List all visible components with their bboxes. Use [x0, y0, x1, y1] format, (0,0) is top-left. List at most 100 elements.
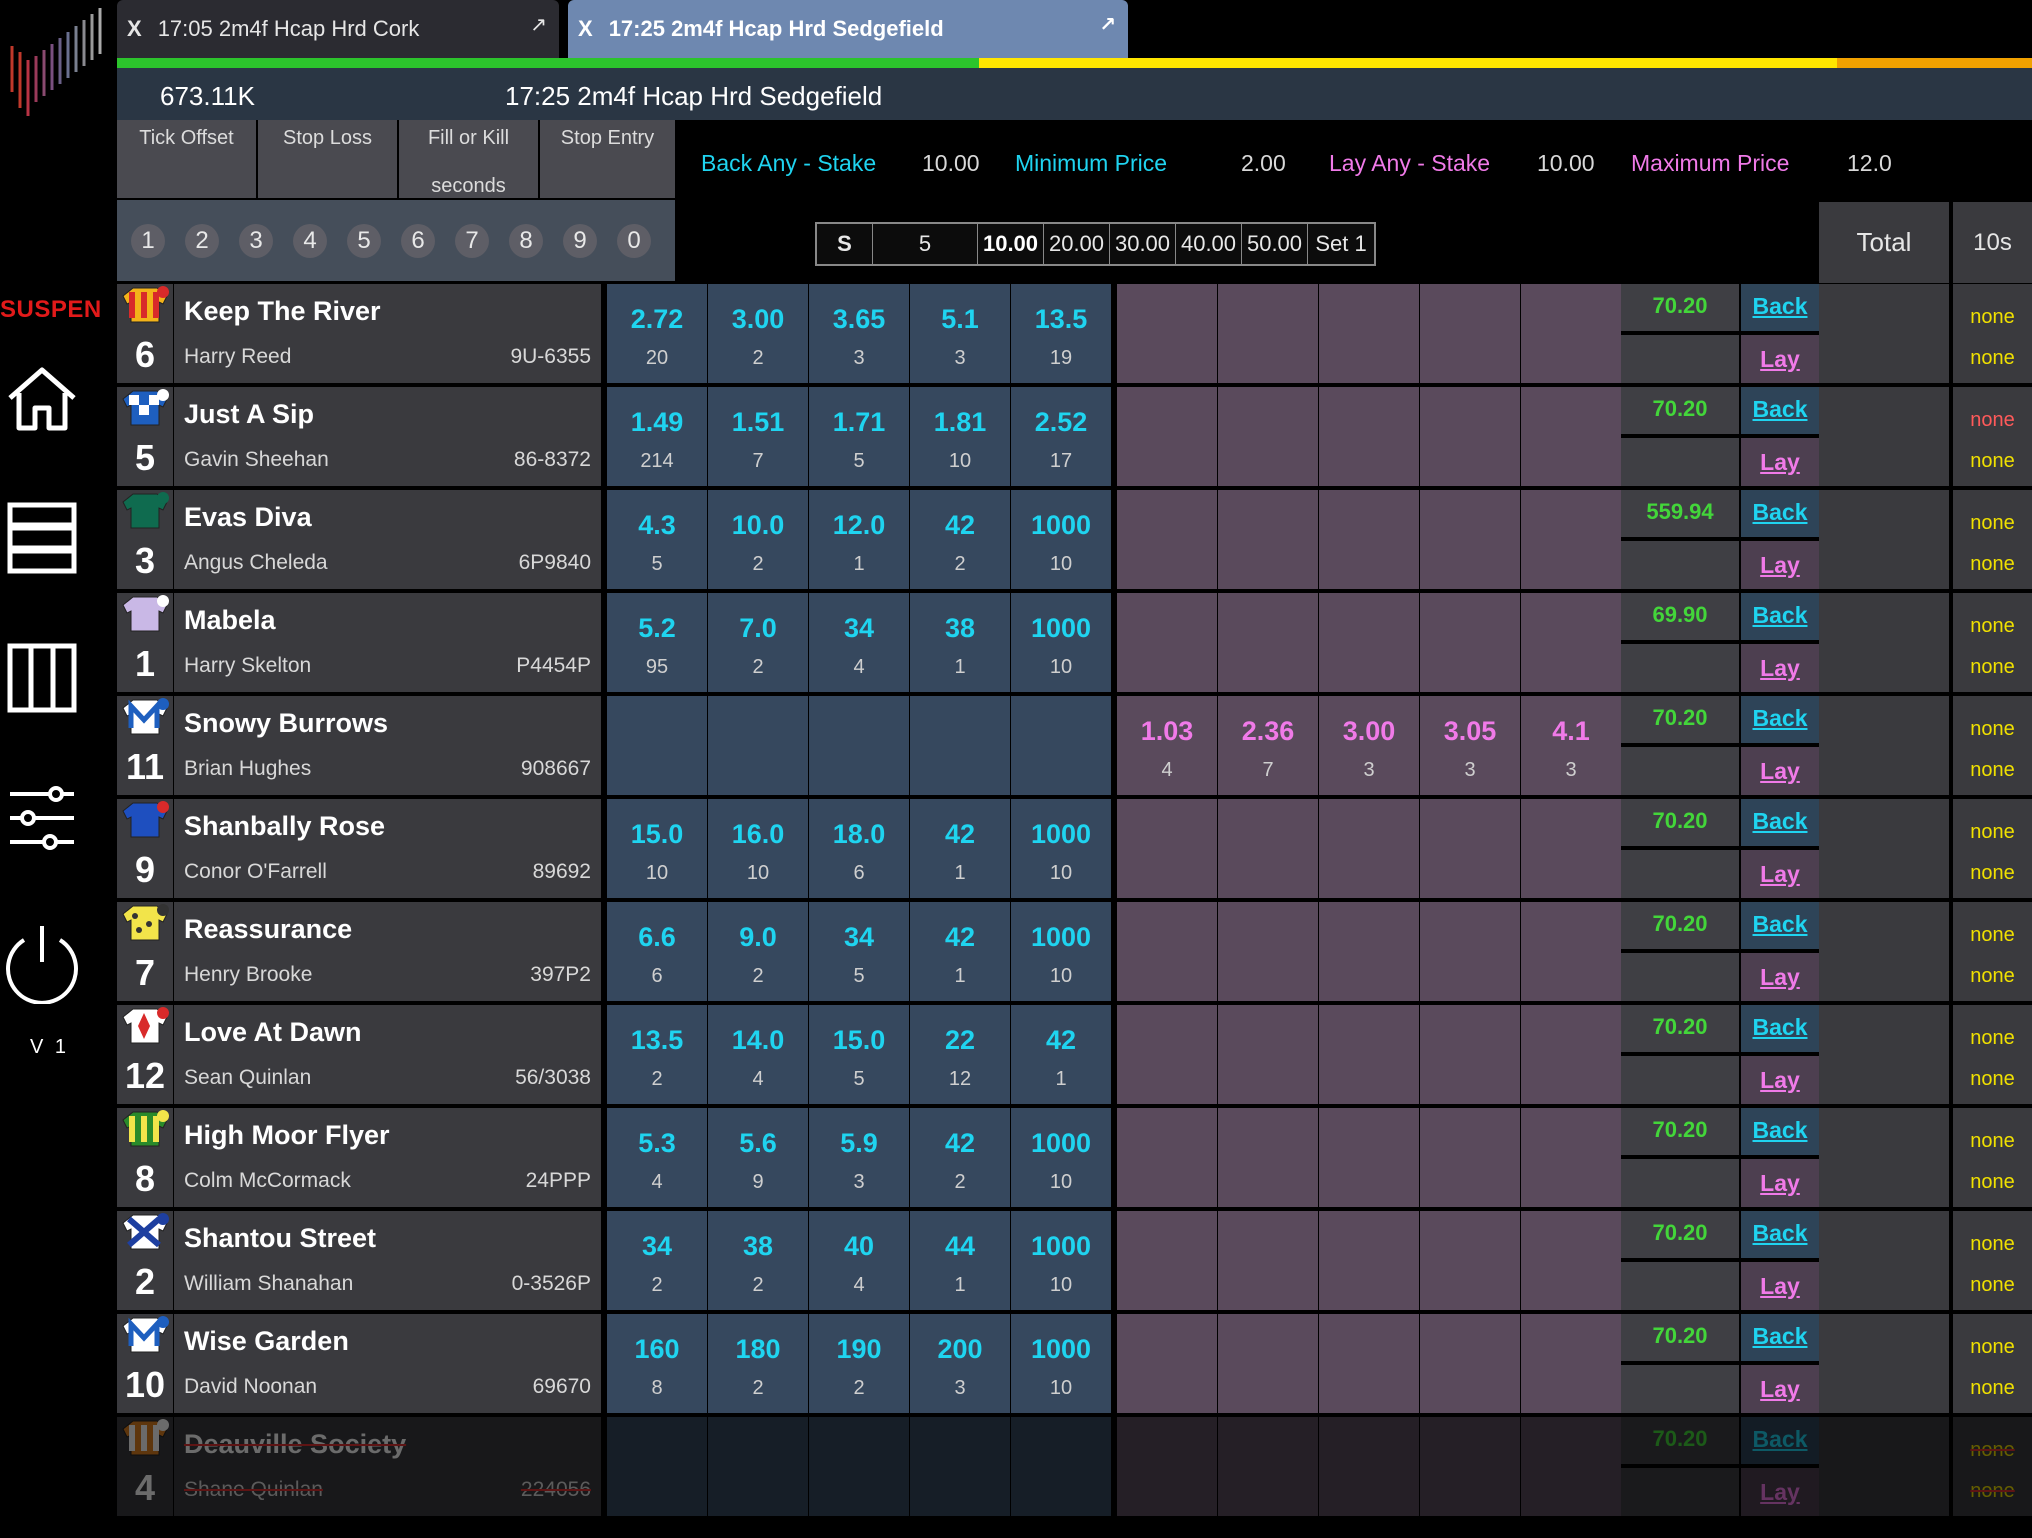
- lay-price-cell[interactable]: [1117, 284, 1217, 383]
- lay-price-cell[interactable]: [1420, 593, 1520, 692]
- lay-button[interactable]: Lay: [1741, 1468, 1819, 1516]
- lay-price-cell[interactable]: [1319, 1314, 1419, 1413]
- lay-price-cell[interactable]: 3.00 3: [1319, 696, 1419, 795]
- lay-button[interactable]: Lay: [1741, 747, 1819, 795]
- lay-price-cell[interactable]: [1218, 593, 1318, 692]
- back-price-cell[interactable]: 13.5 19: [1011, 284, 1111, 383]
- back-button[interactable]: Back: [1741, 799, 1819, 846]
- back-price-cell[interactable]: 1.71 5: [809, 387, 909, 486]
- back-price-cell[interactable]: 9.0 2: [708, 902, 808, 1001]
- lay-price-cell[interactable]: [1117, 1108, 1217, 1207]
- numkey-0[interactable]: 0: [617, 224, 651, 258]
- lay-price-cell[interactable]: [1117, 902, 1217, 1001]
- stake-5-button[interactable]: 5: [873, 224, 978, 264]
- lay-price-cell[interactable]: [1218, 799, 1318, 898]
- lay-price-cell[interactable]: [1521, 284, 1621, 383]
- tab-sedgefield[interactable]: X 17:25 2m4f Hcap Hrd Sedgefield ↗: [568, 0, 1128, 58]
- rows-icon[interactable]: [4, 500, 80, 576]
- lay-price-cell[interactable]: [1420, 1314, 1520, 1413]
- lay-price-cell[interactable]: [1319, 902, 1419, 1001]
- back-price-cell[interactable]: 34 5: [809, 902, 909, 1001]
- numkey-4[interactable]: 4: [293, 224, 327, 258]
- lay-price-cell[interactable]: [1218, 1211, 1318, 1310]
- lay-price-cell[interactable]: [1117, 490, 1217, 589]
- lay-price-cell[interactable]: [1117, 1005, 1217, 1104]
- lay-price-cell[interactable]: [1420, 902, 1520, 1001]
- numkey-3[interactable]: 3: [239, 224, 273, 258]
- back-price-cell[interactable]: 4.3 5: [607, 490, 707, 589]
- tick-offset-button[interactable]: Tick Offset: [117, 120, 256, 198]
- back-any-value[interactable]: 10.00: [922, 150, 980, 177]
- back-price-cell[interactable]: [708, 696, 808, 795]
- back-price-cell[interactable]: 1000 10: [1011, 1108, 1111, 1207]
- back-button[interactable]: Back: [1741, 593, 1819, 640]
- back-price-cell[interactable]: 5.2 95: [607, 593, 707, 692]
- lay-button[interactable]: Lay: [1741, 1262, 1819, 1310]
- back-price-cell[interactable]: 42 1: [910, 799, 1010, 898]
- back-price-cell[interactable]: 2.52 17: [1011, 387, 1111, 486]
- lay-price-cell[interactable]: [1218, 490, 1318, 589]
- back-price-cell[interactable]: 1000 10: [1011, 902, 1111, 1001]
- back-price-cell[interactable]: 15.0 5: [809, 1005, 909, 1104]
- lay-price-cell[interactable]: [1218, 902, 1318, 1001]
- runner-info[interactable]: High Moor Flyer Colm McCormack 24PPP: [174, 1108, 601, 1207]
- back-button[interactable]: Back: [1741, 902, 1819, 949]
- back-price-cell[interactable]: 160 8: [607, 1314, 707, 1413]
- lay-price-cell[interactable]: 2.36 7: [1218, 696, 1318, 795]
- back-button[interactable]: Back: [1741, 1314, 1819, 1361]
- stake-s-button[interactable]: S: [817, 224, 873, 264]
- stake-20-button[interactable]: 20.00: [1044, 224, 1110, 264]
- runner-info[interactable]: Love At Dawn Sean Quinlan 56/3038: [174, 1005, 601, 1104]
- lay-price-cell[interactable]: [1521, 902, 1621, 1001]
- back-price-cell[interactable]: 44 1: [910, 1211, 1010, 1310]
- back-price-cell[interactable]: 14.0 4: [708, 1005, 808, 1104]
- lay-price-cell[interactable]: 4.1 3: [1521, 696, 1621, 795]
- fill-or-kill-button[interactable]: Fill or Kill seconds: [399, 120, 538, 198]
- lay-price-cell[interactable]: [1420, 490, 1520, 589]
- back-price-cell[interactable]: 38 2: [708, 1211, 808, 1310]
- back-price-cell[interactable]: 12.0 1: [809, 490, 909, 589]
- power-icon[interactable]: [0, 920, 84, 1004]
- back-price-cell[interactable]: 34 4: [809, 593, 909, 692]
- lay-price-cell[interactable]: [1521, 799, 1621, 898]
- back-button[interactable]: Back: [1741, 1211, 1819, 1258]
- lay-button[interactable]: Lay: [1741, 438, 1819, 486]
- popout-icon[interactable]: ↗: [1099, 12, 1116, 37]
- lay-price-cell[interactable]: [1218, 1005, 1318, 1104]
- back-price-cell[interactable]: [809, 696, 909, 795]
- back-price-cell[interactable]: [708, 1417, 808, 1516]
- back-price-cell[interactable]: 42 2: [910, 1108, 1010, 1207]
- runner-info[interactable]: Evas Diva Angus Cheleda 6P9840: [174, 490, 601, 589]
- lay-price-cell[interactable]: [1319, 387, 1419, 486]
- back-price-cell[interactable]: 1000 10: [1011, 799, 1111, 898]
- lay-price-cell[interactable]: [1117, 593, 1217, 692]
- lay-button[interactable]: Lay: [1741, 541, 1819, 589]
- max-price-value[interactable]: 12.0: [1847, 150, 1892, 177]
- back-price-cell[interactable]: 42 1: [910, 902, 1010, 1001]
- lay-price-cell[interactable]: [1117, 1314, 1217, 1413]
- lay-price-cell[interactable]: [1420, 1211, 1520, 1310]
- lay-price-cell[interactable]: [1319, 490, 1419, 589]
- stake-50-button[interactable]: 50.00: [1242, 224, 1308, 264]
- numkey-7[interactable]: 7: [455, 224, 489, 258]
- back-price-cell[interactable]: 1.51 7: [708, 387, 808, 486]
- runner-info[interactable]: Keep The River Harry Reed 9U-6355: [174, 284, 601, 383]
- back-price-cell[interactable]: 10.0 2: [708, 490, 808, 589]
- stop-entry-button[interactable]: Stop Entry: [540, 120, 675, 198]
- lay-price-cell[interactable]: [1521, 1314, 1621, 1413]
- runner-info[interactable]: Snowy Burrows Brian Hughes 908667: [174, 696, 601, 795]
- back-price-cell[interactable]: 22 12: [910, 1005, 1010, 1104]
- lay-button[interactable]: Lay: [1741, 644, 1819, 692]
- tab-close-icon[interactable]: X: [578, 16, 593, 42]
- lay-price-cell[interactable]: 3.05 3: [1420, 696, 1520, 795]
- lay-price-cell[interactable]: [1420, 1005, 1520, 1104]
- numkey-2[interactable]: 2: [185, 224, 219, 258]
- lay-price-cell[interactable]: [1420, 1417, 1520, 1516]
- back-button[interactable]: Back: [1741, 1005, 1819, 1052]
- back-price-cell[interactable]: 3.65 3: [809, 284, 909, 383]
- back-price-cell[interactable]: 34 2: [607, 1211, 707, 1310]
- back-price-cell[interactable]: 5.1 3: [910, 284, 1010, 383]
- lay-price-cell[interactable]: [1521, 1211, 1621, 1310]
- lay-price-cell[interactable]: [1521, 1417, 1621, 1516]
- back-price-cell[interactable]: 1000 10: [1011, 490, 1111, 589]
